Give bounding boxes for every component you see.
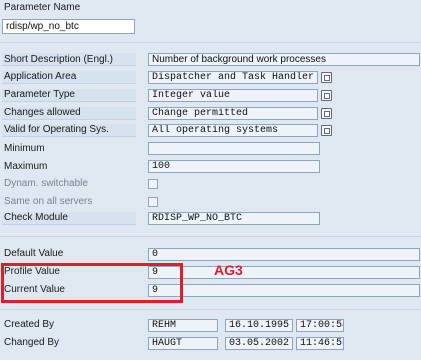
value-help-icon[interactable] <box>321 72 332 83</box>
profile-value-field[interactable]: 9 <box>148 266 420 279</box>
changes-allowed-label: Changes allowed <box>4 107 81 118</box>
maximum-label: Maximum <box>4 161 48 172</box>
value-help-icon[interactable] <box>321 90 332 101</box>
changed-by-label: Changed By <box>4 337 60 348</box>
created-time[interactable]: 17:00:54 <box>296 319 344 332</box>
application-area-field[interactable]: Dispatcher and Task Handler <box>148 71 318 84</box>
parameter-name-label: Parameter Name <box>4 2 81 13</box>
valid-os-label: Valid for Operating Sys. <box>4 124 109 135</box>
parameter-type-field[interactable]: Integer value <box>148 89 318 102</box>
default-value-label: Default Value <box>4 248 64 259</box>
parameter-type-label: Parameter Type <box>4 89 75 100</box>
highlight-box <box>1 263 183 303</box>
created-date[interactable]: 16.10.1995 <box>225 319 293 332</box>
value-help-icon[interactable] <box>321 108 332 119</box>
default-value-field[interactable]: 0 <box>148 248 420 261</box>
created-by-label: Created By <box>4 319 55 330</box>
dynam-switchable-label: Dynam. switchable <box>4 178 88 189</box>
annotation-label: AG3 <box>214 262 243 278</box>
minimum-label: Minimum <box>4 143 45 154</box>
current-value-field[interactable]: 9 <box>148 284 420 297</box>
value-help-icon[interactable] <box>321 125 332 136</box>
section-divider <box>0 309 421 310</box>
short-description-label: Short Description (Engl.) <box>4 54 113 65</box>
changed-date[interactable]: 03.05.2002 <box>225 337 293 350</box>
application-area-label: Application Area <box>4 71 77 82</box>
created-by-user[interactable]: REHM <box>148 319 218 332</box>
section-divider <box>0 236 421 237</box>
maximum-field[interactable]: 100 <box>148 160 320 173</box>
dynam-switchable-checkbox[interactable] <box>148 179 158 189</box>
section-divider <box>0 42 421 43</box>
valid-os-field[interactable]: All operating systems <box>148 124 318 137</box>
changed-by-user[interactable]: HAUGT <box>148 337 218 350</box>
changed-time[interactable]: 11:46:55 <box>296 337 344 350</box>
check-module-field[interactable]: RDISP_WP_NO_BTC <box>148 212 320 225</box>
short-description-field[interactable]: Number of background work processes <box>148 53 420 66</box>
minimum-field[interactable] <box>148 142 320 155</box>
same-all-servers-checkbox[interactable] <box>148 197 158 207</box>
parameter-name-field[interactable]: rdisp/wp_no_btc <box>2 19 135 34</box>
check-module-label: Check Module <box>4 212 68 223</box>
changes-allowed-field[interactable]: Change permitted <box>148 107 318 120</box>
same-all-servers-label: Same on all servers <box>4 196 93 207</box>
